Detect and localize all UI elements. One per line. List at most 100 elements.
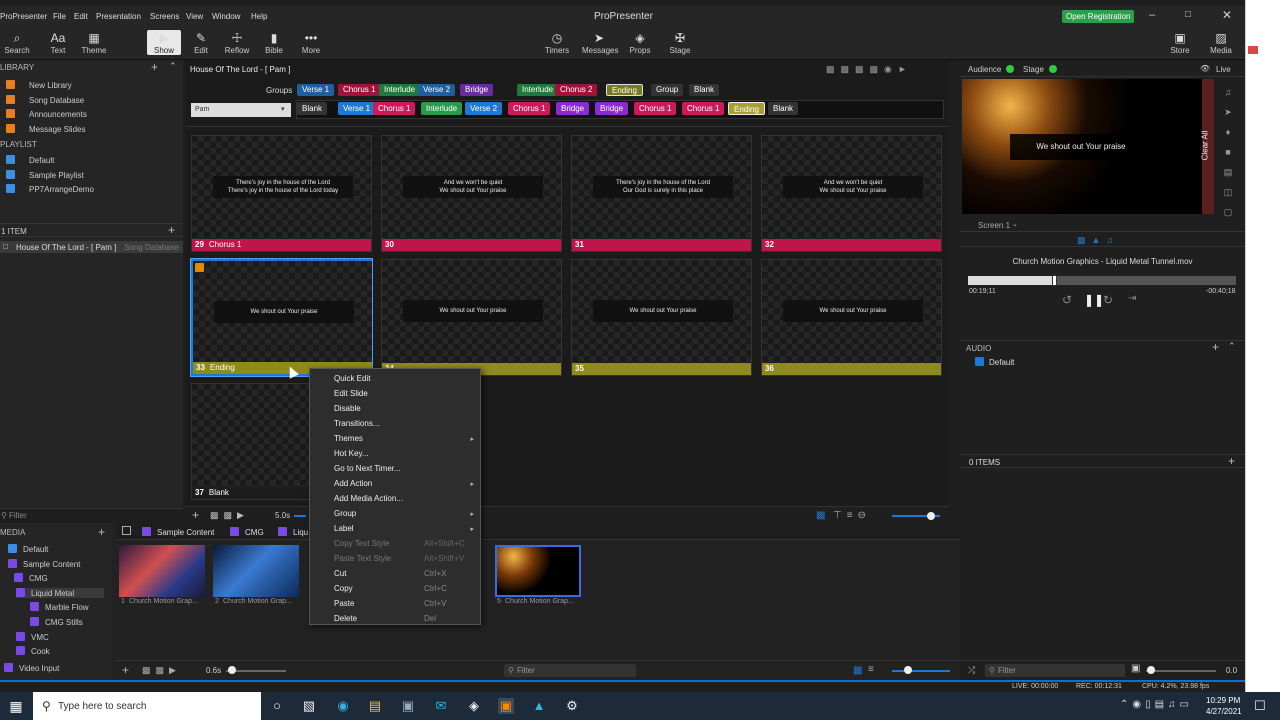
network-app-icon[interactable]: ◈ xyxy=(466,698,482,714)
media-folder[interactable]: Default xyxy=(8,544,48,554)
arrangement-chorus-1[interactable]: Chorus 1 xyxy=(508,102,551,115)
add-item-icon[interactable]: + xyxy=(168,223,175,237)
media-folder[interactable]: Sample Content xyxy=(8,558,80,569)
ctx-group[interactable]: Group ▸ xyxy=(310,509,480,523)
media-tool-icons[interactable]: ▩▩▶ xyxy=(142,665,181,676)
media-button[interactable]: ▨ Media xyxy=(1204,30,1238,55)
group-chorus-1[interactable]: Chorus 1 xyxy=(338,84,381,96)
store-icon[interactable]: ▣ xyxy=(400,698,416,714)
slide-31[interactable]: There's joy in the house of the Lord Our… xyxy=(571,135,752,252)
library-item[interactable]: Song Database xyxy=(6,94,84,105)
forward-icon[interactable]: ↻ xyxy=(1103,293,1113,307)
rewind-icon[interactable]: ↺ xyxy=(1062,293,1072,307)
menu-screens[interactable]: Screens xyxy=(150,12,179,21)
audio-playlist-item[interactable]: Default xyxy=(975,356,1175,368)
screen-selector[interactable]: Screen 1 xyxy=(978,221,1010,230)
arrangement-select[interactable]: Pam ▾ xyxy=(191,103,291,117)
ctx-themes[interactable]: Themes ▸ xyxy=(310,434,480,448)
photos-icon[interactable]: ▲ xyxy=(531,698,547,714)
group-group[interactable]: Group xyxy=(651,84,684,96)
edge-icon[interactable]: ◉ xyxy=(335,698,351,714)
media-zoom-thumb[interactable] xyxy=(228,666,236,674)
add-audio-icon[interactable]: + xyxy=(1212,340,1219,354)
text-button[interactable]: Aa Text xyxy=(41,30,75,55)
menu-view[interactable]: View xyxy=(186,12,203,21)
footer-tool-icons[interactable]: ▩▩▶ xyxy=(210,510,249,521)
arrangement-verse-1[interactable]: Verse 1 xyxy=(338,102,376,115)
playlist-item[interactable]: Sample Playlist xyxy=(6,169,84,180)
stage-status-dot[interactable] xyxy=(1049,65,1057,73)
media-folder[interactable]: CMG xyxy=(14,573,48,583)
bible-button[interactable]: ▮ Bible xyxy=(257,30,291,55)
maximize-icon[interactable]: □ xyxy=(1185,9,1191,20)
add-icon[interactable]: + xyxy=(151,60,158,74)
audio-filter-input[interactable]: Filter xyxy=(998,666,1016,675)
collapse-icon[interactable]: ⌃ xyxy=(1228,341,1236,352)
search-button[interactable]: ⌕ Search xyxy=(0,30,34,55)
media-size-thumb[interactable] xyxy=(904,666,912,674)
ctx-go-to-next-timer[interactable]: Go to Next Timer... xyxy=(310,464,480,478)
layout-icons[interactable]: ▩ xyxy=(816,510,829,521)
media-size-slider[interactable] xyxy=(892,670,950,672)
media-filter-input[interactable]: Filter xyxy=(517,666,535,675)
ctx-delete[interactable]: Delete Del xyxy=(310,614,480,628)
group-verse-2[interactable]: Verse 2 xyxy=(418,84,456,96)
group-interlude[interactable]: Interlude xyxy=(379,84,421,96)
arrangement-chorus-1[interactable]: Chorus 1 xyxy=(634,102,677,115)
media-thumbnail[interactable] xyxy=(119,545,205,597)
stage-button[interactable]: ✠ Stage xyxy=(663,30,697,55)
file-explorer-icon[interactable]: ▤ xyxy=(367,698,383,714)
group-ending[interactable]: Ending xyxy=(606,84,643,96)
clock-time[interactable]: 10:29 PM xyxy=(1206,696,1240,705)
group-blank[interactable]: Blank xyxy=(689,84,720,96)
task-view-icon[interactable]: ▧ xyxy=(301,698,317,714)
volume-thumb[interactable] xyxy=(1147,666,1155,674)
clear-all-label[interactable]: Clear All xyxy=(1200,131,1209,161)
mail-icon[interactable]: ✉ xyxy=(433,698,449,714)
slide-30[interactable]: And we won't be quiet We shout out Your … xyxy=(381,135,562,252)
taskbar-search-input[interactable]: Type here to search xyxy=(58,701,146,712)
breadcrumb-item[interactable]: Liqu xyxy=(293,528,308,537)
group-interlude[interactable]: Interlude xyxy=(517,84,559,96)
ctx-add-action[interactable]: Add Action ▸ xyxy=(310,479,480,493)
library-filter[interactable]: ⚲ Filter xyxy=(0,508,183,520)
arrangement-bridge[interactable]: Bridge xyxy=(595,102,629,115)
windows-start-icon[interactable]: ▦ xyxy=(8,698,24,714)
slide-32[interactable]: And we won't be quiet We shout out Your … xyxy=(761,135,942,252)
slide-33[interactable]: We shout out Your praise 33 Ending xyxy=(190,258,373,377)
list-layout-icon[interactable]: ≡ xyxy=(868,664,874,675)
ctx-add-media-action[interactable]: Add Media Action... xyxy=(310,494,480,508)
ctx-paste[interactable]: Paste Ctrl+V xyxy=(310,599,480,613)
video-progress-knob[interactable] xyxy=(1051,275,1057,286)
media-folder[interactable]: CMG Stills xyxy=(30,617,83,627)
ctx-copy[interactable]: Copy Ctrl+C xyxy=(310,584,480,598)
group-verse-1[interactable]: Verse 1 xyxy=(297,84,335,96)
ctx-transitions[interactable]: Transitions... xyxy=(310,419,480,433)
media-folder[interactable]: Marble Flow xyxy=(30,602,89,612)
ctx-label[interactable]: Label ▸ xyxy=(310,524,480,538)
breadcrumb-item[interactable]: Sample Content xyxy=(157,528,214,537)
media-folder[interactable]: Cook xyxy=(16,646,50,656)
ctx-hot-key[interactable]: Hot Key... xyxy=(310,449,480,463)
media-folder[interactable]: Video Input xyxy=(4,663,59,673)
media-thumbnail[interactable] xyxy=(495,545,581,597)
library-item[interactable]: Message Slides xyxy=(6,124,85,134)
notification-icon[interactable]: ☐ xyxy=(1252,698,1268,714)
slide-34[interactable]: We shout out Your praise34 xyxy=(381,259,562,376)
arrangement-chorus-1[interactable]: Chorus 1 xyxy=(373,102,416,115)
transition-time[interactable]: 5.0s xyxy=(275,511,290,520)
arrangement-ending[interactable]: Ending xyxy=(728,102,765,115)
ctx-cut[interactable]: Cut Ctrl+X xyxy=(310,569,480,583)
ctx-edit-slide[interactable]: Edit Slide xyxy=(310,389,480,403)
store-button[interactable]: ▣ Store xyxy=(1163,30,1197,55)
playlist-item[interactable]: Default xyxy=(6,155,54,165)
arrangement-chorus-1[interactable]: Chorus 1 xyxy=(682,102,725,115)
add-slide-icon[interactable]: + xyxy=(192,508,199,522)
arrangement-verse-2[interactable]: Verse 2 xyxy=(465,102,503,115)
arrangement-blank[interactable]: Blank xyxy=(768,102,799,115)
media-folder[interactable]: VMC xyxy=(16,631,49,642)
messages-button[interactable]: ➤ Messages xyxy=(582,30,618,55)
grid-layout-icon[interactable]: ▩ xyxy=(853,665,862,676)
ctx-disable[interactable]: Disable xyxy=(310,404,480,418)
menu-window[interactable]: Window xyxy=(212,12,240,21)
